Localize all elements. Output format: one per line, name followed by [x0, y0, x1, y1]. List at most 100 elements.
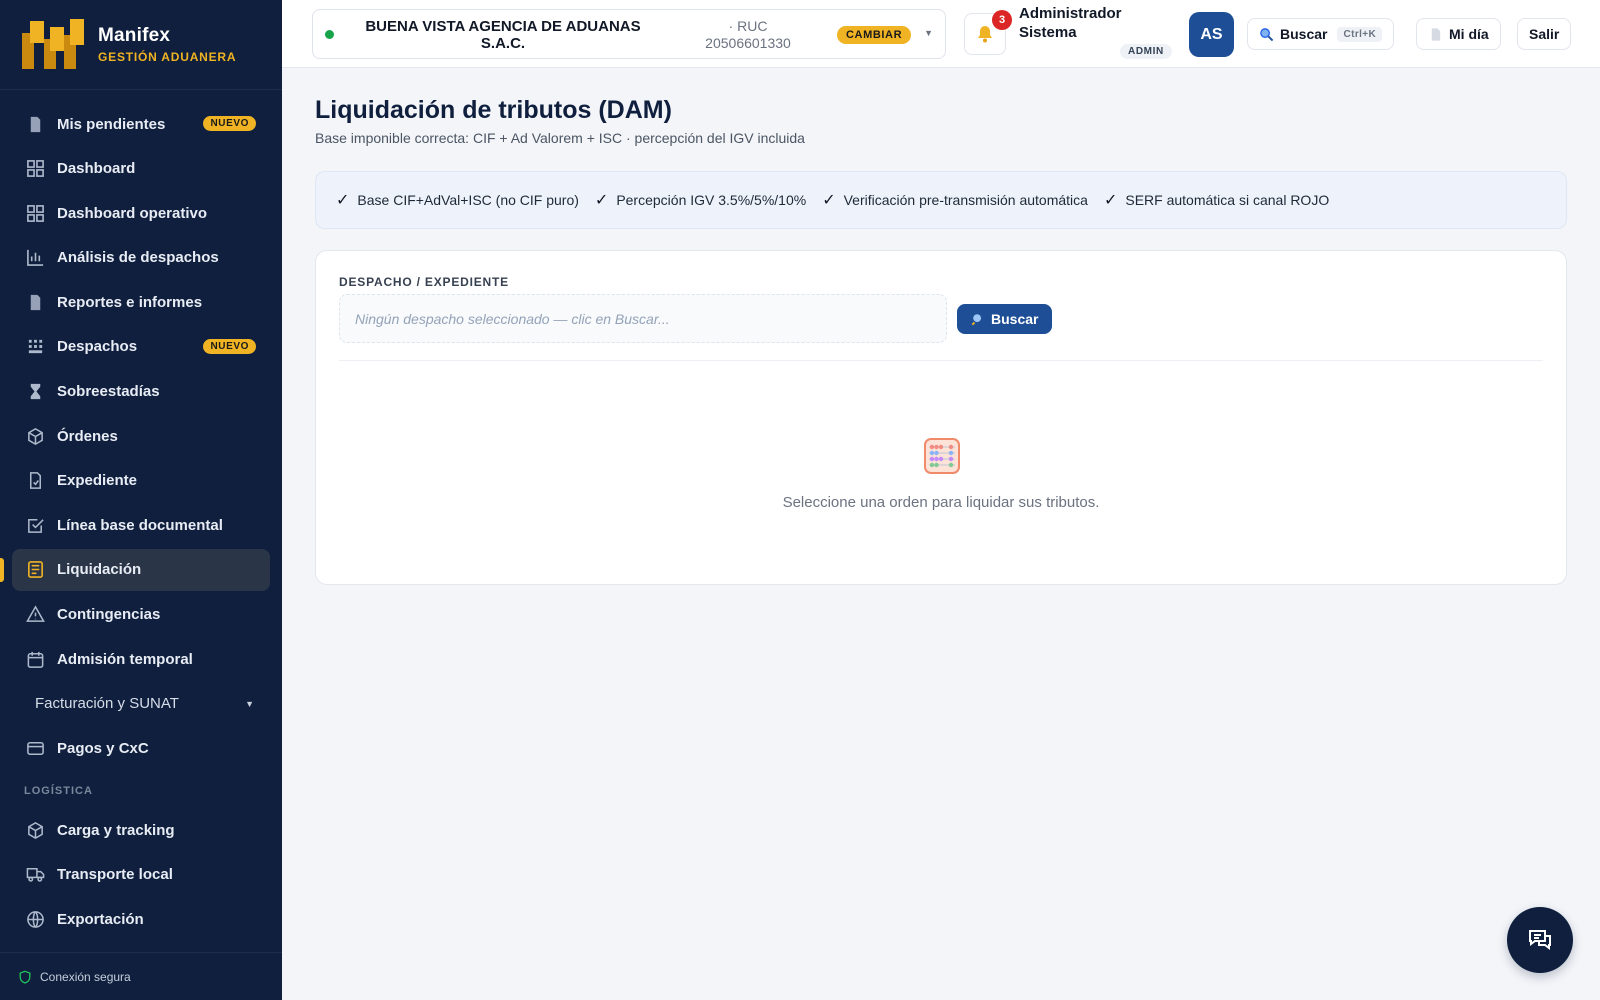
- sidebar-item-despachos[interactable]: Despachos NUEVO: [12, 326, 270, 368]
- my-day-button[interactable]: Mi día: [1416, 18, 1501, 50]
- secure-connection-status: Conexión segura: [0, 952, 282, 1000]
- new-badge: NUEVO: [203, 116, 256, 131]
- search-dispatch-label: Buscar: [991, 311, 1039, 327]
- chat-button[interactable]: [1507, 907, 1573, 973]
- sidebar-item-label: Análisis de despachos: [57, 249, 219, 267]
- agency-ruc: · RUC 20506601330: [673, 18, 823, 52]
- sidebar-group-label: Facturación y SUNAT: [35, 695, 179, 713]
- check-item: ✓ Percepción IGV 3.5%/5%/10%: [595, 190, 806, 210]
- sidebar-item-label: Carga y tracking: [57, 821, 175, 839]
- calendar-icon: [25, 649, 45, 669]
- sidebar-item-dashboard[interactable]: Dashboard: [12, 148, 270, 190]
- box-icon: [25, 426, 45, 446]
- sidebar-item-ordenes[interactable]: Órdenes: [12, 415, 270, 457]
- sidebar-item-pagos[interactable]: Pagos y CxC: [12, 727, 270, 769]
- check-label: Percepción IGV 3.5%/5%/10%: [616, 192, 807, 208]
- change-agency-button[interactable]: CAMBIAR: [837, 26, 912, 44]
- shield-icon: [19, 970, 31, 984]
- brand[interactable]: Manifex GESTIÓN ADUANERA: [0, 0, 282, 90]
- document-icon: [25, 292, 45, 312]
- grid-icon: [25, 203, 45, 223]
- check-icon: ✓: [822, 192, 836, 209]
- document-icon: [1431, 27, 1441, 41]
- sidebar-nav: Mis pendientes NUEVO Dashboard Dashboard…: [0, 90, 282, 941]
- divider: [339, 360, 1543, 361]
- check-icon: ✓: [1103, 192, 1118, 209]
- role-badge: ADMIN: [1120, 44, 1172, 59]
- sidebar-item-label: Dashboard: [57, 160, 136, 178]
- globe-icon: [25, 910, 45, 930]
- receipt-icon: [25, 560, 45, 580]
- search-icon: [971, 314, 982, 326]
- dispatch-field-label: DESPACHO / EXPEDIENTE: [339, 275, 509, 289]
- page-title: Liquidación de tributos (DAM): [315, 96, 672, 124]
- truck-icon: [25, 865, 45, 885]
- file-icon: [25, 471, 45, 491]
- search-icon: [1260, 27, 1274, 41]
- sidebar-item-label: Sobreestadías: [57, 383, 160, 401]
- sidebar-item-transporte-local[interactable]: Transporte local: [12, 854, 270, 896]
- logout-button[interactable]: Salir: [1517, 18, 1572, 50]
- sidebar-item-label: Liquidación: [57, 561, 142, 579]
- sidebar-item-reportes[interactable]: Reportes e informes: [12, 281, 270, 323]
- checkbox-icon: [25, 515, 45, 535]
- user-name: Administrador Sistema: [1019, 5, 1122, 41]
- check-label: Verificación pre-transmisión automática: [843, 192, 1088, 208]
- sidebar-item-label: Admisión temporal: [57, 650, 193, 668]
- notifications-button[interactable]: 3: [964, 10, 1012, 55]
- online-status-dot: [325, 30, 334, 39]
- sidebar: Manifex GESTIÓN ADUANERA Mis pendientes …: [0, 0, 282, 1000]
- sidebar-item-label: Pagos y CxC: [57, 739, 149, 757]
- sidebar-item-sobreestadias[interactable]: Sobreestadías: [12, 371, 270, 413]
- sidebar-item-dashboard-operativo[interactable]: Dashboard operativo: [12, 192, 270, 234]
- check-label: SERF automática si canal ROJO: [1125, 192, 1330, 208]
- sidebar-item-mis-pendientes[interactable]: Mis pendientes NUEVO: [12, 103, 270, 145]
- sidebar-item-label: Órdenes: [57, 427, 118, 445]
- sidebar-item-label: Dashboard operativo: [57, 204, 208, 222]
- check-label: Base CIF+AdVal+ISC (no CIF puro): [357, 192, 579, 208]
- container-icon: [25, 337, 45, 357]
- document-icon: [25, 114, 45, 134]
- agency-selector[interactable]: BUENA VISTA AGENCIA DE ADUANAS S.A.C. · …: [312, 9, 946, 59]
- sidebar-item-carga-tracking[interactable]: Carga y tracking: [12, 809, 270, 851]
- dispatch-field[interactable]: Ningún despacho seleccionado — clic en B…: [339, 294, 947, 343]
- search-button-label: Buscar: [1280, 26, 1328, 42]
- check-icon: ✓: [594, 192, 609, 209]
- sidebar-item-linea-base[interactable]: Línea base documental: [12, 504, 270, 546]
- feature-checklist: ✓ Base CIF+AdVal+ISC (no CIF puro) ✓ Perce…: [315, 171, 1567, 229]
- secure-connection-label: Conexión segura: [40, 969, 131, 984]
- sidebar-group-facturacion[interactable]: Facturación y SUNAT ▼: [12, 683, 270, 725]
- check-item: ✓ Base CIF+AdVal+ISC (no CIF puro): [336, 190, 579, 210]
- sidebar-item-label: Expediente: [57, 472, 138, 490]
- sidebar-item-label: Reportes e informes: [57, 293, 203, 311]
- sidebar-item-contingencias[interactable]: Contingencias: [12, 594, 270, 636]
- grid-icon: [25, 159, 45, 179]
- top-bar: BUENA VISTA AGENCIA DE ADUANAS S.A.C. · …: [282, 0, 1600, 68]
- manifex-logo-icon: [20, 18, 86, 71]
- logout-label: Salir: [1529, 26, 1560, 42]
- ruc-label: · RUC: [728, 18, 768, 34]
- sidebar-item-exportacion[interactable]: Exportación: [12, 899, 270, 941]
- chevron-down-icon[interactable]: ▼: [924, 28, 933, 38]
- notification-count-badge: 3: [992, 10, 1012, 30]
- sidebar-item-label: Mis pendientes: [57, 115, 166, 133]
- card-icon: [25, 738, 45, 758]
- box-icon: [25, 820, 45, 840]
- search-shortcut-hint: Ctrl+K: [1337, 26, 1383, 42]
- sidebar-item-label: Contingencias: [57, 606, 161, 624]
- check-icon: ✓: [336, 192, 350, 209]
- new-badge: NUEVO: [203, 338, 256, 354]
- sidebar-item-analisis-despachos[interactable]: Análisis de despachos: [12, 237, 270, 279]
- sidebar-item-liquidacion[interactable]: Liquidación: [0, 548, 270, 591]
- avatar[interactable]: AS: [1189, 12, 1234, 57]
- search-dispatch-button[interactable]: Buscar: [957, 304, 1053, 334]
- sidebar-item-label: Línea base documental: [57, 516, 223, 534]
- sidebar-item-admision-temporal[interactable]: Admisión temporal: [12, 638, 270, 680]
- chat-icon: [1529, 930, 1551, 950]
- sidebar-item-expediente[interactable]: Expediente: [12, 460, 270, 502]
- sidebar-item-label: Transporte local: [57, 866, 173, 884]
- global-search-button[interactable]: Buscar Ctrl+K: [1247, 18, 1395, 50]
- my-day-label: Mi día: [1449, 26, 1489, 42]
- brand-subtitle: GESTIÓN ADUANERA: [98, 50, 237, 64]
- brand-name: Manifex: [98, 25, 171, 46]
